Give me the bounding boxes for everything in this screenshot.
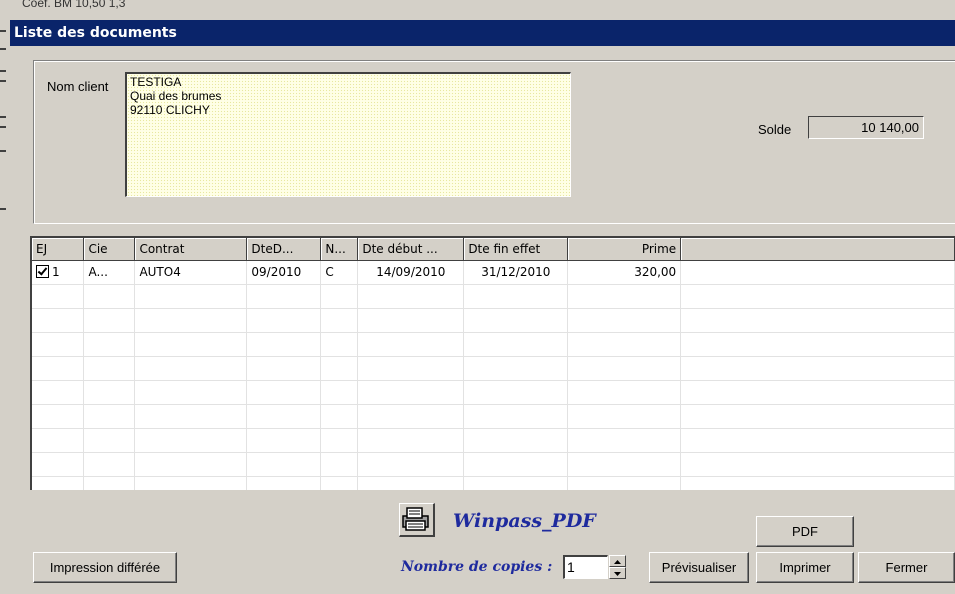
table-row-empty [32,452,955,477]
cell-date-fin: 31/12/2010 [463,260,569,285]
client-line: Quai des brumes [130,89,222,103]
column-header-dted[interactable]: DteD... [246,238,322,261]
cell-cie: A... [83,260,136,285]
table-row-empty [32,284,955,309]
cell-filler [680,260,955,285]
pdf-button[interactable]: PDF [756,516,854,547]
solde-label: Solde [758,122,792,137]
checkbox-icon[interactable] [36,265,49,278]
close-button[interactable]: Fermer [858,552,955,583]
column-header-date-fin[interactable]: Dte fin effet [463,238,569,261]
deferred-print-button[interactable]: Impression différée [33,552,177,583]
spin-up-button[interactable] [609,555,626,567]
table-row-empty [32,404,955,429]
cell-ej[interactable]: 1 [32,260,85,285]
table-header-row: EJ Cie Contrat DteD... N... Dte début ..… [32,238,955,261]
table-row-empty [32,476,955,490]
column-header-cie[interactable]: Cie [83,238,136,261]
printer-name: Winpass_PDF [453,510,596,532]
table-row-empty [32,428,955,453]
cell-prime: 320,00 [567,260,682,285]
arrow-up-icon [614,560,621,564]
column-header-ej[interactable]: EJ [32,238,85,261]
copies-spinner[interactable] [609,555,626,579]
table-row[interactable]: 1 A... AUTO4 09/2010 C 14/09/2010 31/12/… [32,260,955,285]
column-header-filler [680,238,955,261]
client-name-label: Nom client [47,79,109,94]
background-window-edge [0,20,10,594]
printer-icon[interactable] [399,503,435,537]
column-header-prime[interactable]: Prime [567,238,682,261]
background-fragment: Coef. BM 10,50 1,3 [22,0,126,10]
column-header-n[interactable]: N... [320,238,359,261]
window-title: Liste des documents [14,25,177,41]
table-row-empty [32,380,955,405]
cell-date-debut: 14/09/2010 [357,260,465,285]
solde-value: 10 140,00 [808,116,924,139]
cell-dted: 09/2010 [246,260,322,285]
client-line: 92110 CLICHY [130,103,210,117]
background-window-strip: Coef. BM 10,50 1,3 [0,0,955,20]
table-row-empty [32,308,955,333]
column-header-date-debut[interactable]: Dte début ... [357,238,465,261]
preview-button[interactable]: Prévisualiser [649,552,749,583]
table-row-empty [32,332,955,357]
window-title-bar[interactable]: Liste des documents [10,20,955,46]
column-header-contrat[interactable]: Contrat [134,238,248,261]
table-row-empty [32,356,955,381]
cell-contrat: AUTO4 [134,260,248,285]
copies-input[interactable]: 1 [563,555,608,579]
cell-ej-value: 1 [52,265,60,279]
client-address-box[interactable]: TESTIGA Quai des brumes 92110 CLICHY [125,72,571,197]
copies-label: Nombre de copies : [401,559,553,575]
spin-down-button[interactable] [609,567,626,579]
print-button[interactable]: Imprimer [756,552,854,583]
documents-table: EJ Cie Contrat DteD... N... Dte début ..… [32,238,955,490]
cell-n: C [320,260,359,285]
arrow-down-icon [614,572,621,576]
documents-grid[interactable]: EJ Cie Contrat DteD... N... Dte début ..… [30,236,955,490]
client-line: TESTIGA [130,75,182,89]
